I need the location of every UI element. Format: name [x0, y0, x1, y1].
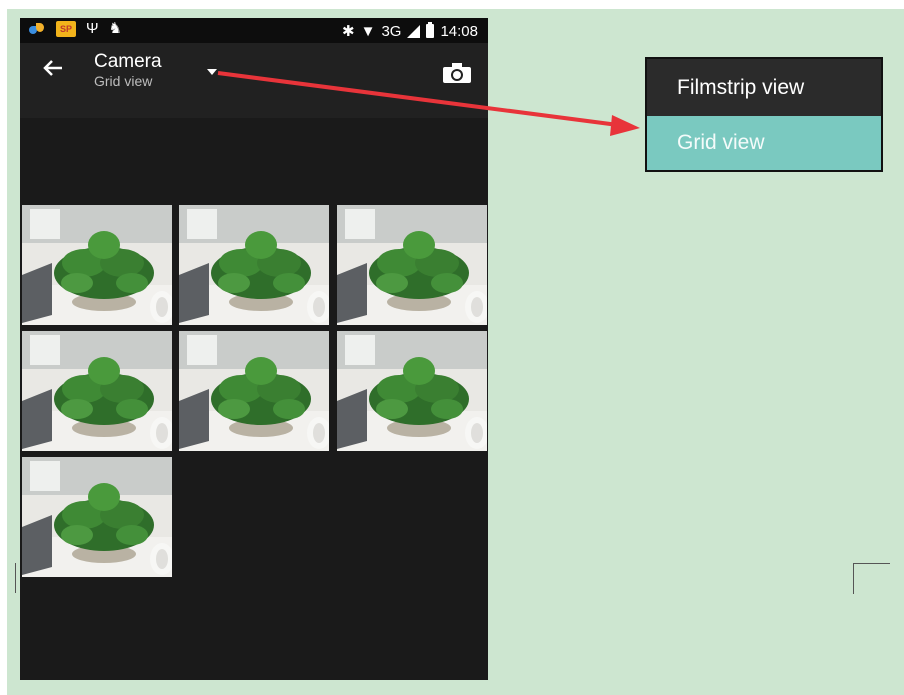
annotation-arrow — [217, 71, 640, 136]
arrow-line — [217, 71, 619, 127]
arrow-head — [610, 115, 640, 136]
